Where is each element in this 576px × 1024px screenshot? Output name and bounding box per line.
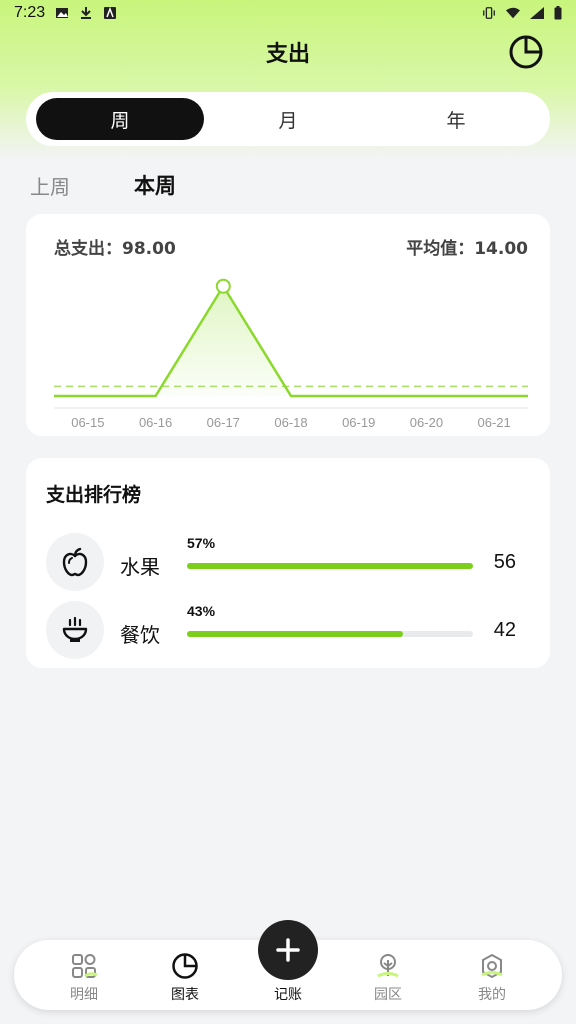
add-record-label: 记账 xyxy=(274,987,302,1003)
x-tick-label: 06-20 xyxy=(410,415,443,430)
x-tick-label: 06-18 xyxy=(274,415,307,430)
page-title: 支出 xyxy=(265,42,310,67)
ranking-item[interactable]: 餐饮 43% 42 xyxy=(46,601,530,661)
signal-icon xyxy=(530,7,544,19)
data-point xyxy=(215,278,231,294)
series-line xyxy=(54,284,528,398)
ranking-progress-track xyxy=(187,563,473,569)
ranking-item-name: 餐饮 xyxy=(120,623,160,647)
wifi-icon xyxy=(506,7,520,19)
tab-year[interactable]: 年 xyxy=(372,98,540,140)
download-icon xyxy=(81,7,92,19)
x-tick-label: 06-15 xyxy=(71,415,104,430)
nav-label: 明细 xyxy=(70,987,98,1003)
x-tick-label: 06-16 xyxy=(139,415,172,430)
add-record-button[interactable] xyxy=(258,920,318,980)
nav-item-chart[interactable]: 图表 xyxy=(150,952,220,1006)
app-notification-icon xyxy=(104,7,117,19)
status-time: 7:23 xyxy=(14,4,46,21)
ranking-item-percent: 43% xyxy=(187,603,216,619)
pie-chart-icon xyxy=(509,35,543,69)
expense-ranking-card: 支出排行榜 水果 57% 56 餐饮 43% 42 xyxy=(26,458,550,668)
grid-icon xyxy=(72,954,98,978)
nav-item-park[interactable]: 园区 xyxy=(353,952,423,1006)
x-tick-label: 06-21 xyxy=(478,415,511,430)
bowl-icon xyxy=(62,616,88,642)
image-notification-icon xyxy=(56,8,69,18)
nav-item-details[interactable]: 明细 xyxy=(49,952,119,1006)
app-header: 支出 xyxy=(0,30,576,74)
ranking-progress-fill xyxy=(187,563,473,569)
dining-category-icon-wrap xyxy=(46,601,104,659)
expense-line-chart: 06-15 06-16 06-17 06-18 06-19 06-20 06-21 xyxy=(54,278,528,430)
ranking-progress-track xyxy=(187,631,473,637)
ranking-item-name: 水果 xyxy=(120,555,160,579)
period-type-switch: 周 月 年 xyxy=(26,92,550,146)
settings-icon xyxy=(481,954,503,978)
tab-month[interactable]: 月 xyxy=(204,98,372,140)
nav-item-mine[interactable]: 我的 xyxy=(457,952,527,1006)
apple-icon xyxy=(62,547,88,577)
pie-chart-icon xyxy=(172,953,198,979)
ranking-item-percent: 57% xyxy=(187,535,216,551)
status-bar: 7:23 xyxy=(0,0,576,26)
current-week-tab[interactable]: 本周 xyxy=(134,170,176,200)
battery-icon xyxy=(554,6,562,20)
ranking-item-value: 56 xyxy=(493,551,516,573)
ranking-title: 支出排行榜 xyxy=(46,484,142,506)
period-selector: 上周 本周 xyxy=(30,170,176,200)
nav-label: 园区 xyxy=(374,987,402,1003)
tree-icon xyxy=(377,954,399,978)
nav-label: 图表 xyxy=(171,987,199,1003)
expense-chart-card: 总支出：98.00 平均值：14.00 06-15 06-16 06-17 06-18… xyxy=(26,214,550,436)
ranking-progress-fill xyxy=(187,631,403,637)
fruit-category-icon-wrap xyxy=(46,533,104,591)
ranking-item[interactable]: 水果 57% 56 xyxy=(46,533,530,593)
x-tick-label: 06-19 xyxy=(342,415,375,430)
vibrate-icon xyxy=(483,7,495,19)
pie-chart-button[interactable] xyxy=(506,32,546,72)
ranking-item-value: 42 xyxy=(493,619,516,641)
plus-icon xyxy=(276,938,300,962)
previous-week-tab[interactable]: 上周 xyxy=(30,171,70,200)
nav-label: 我的 xyxy=(478,987,506,1003)
bottom-navigation: 明细 图表 记账 园区 我的 xyxy=(14,920,562,1010)
tab-week[interactable]: 周 xyxy=(36,98,204,140)
x-tick-label: 06-17 xyxy=(207,415,240,430)
series-area xyxy=(54,286,528,396)
